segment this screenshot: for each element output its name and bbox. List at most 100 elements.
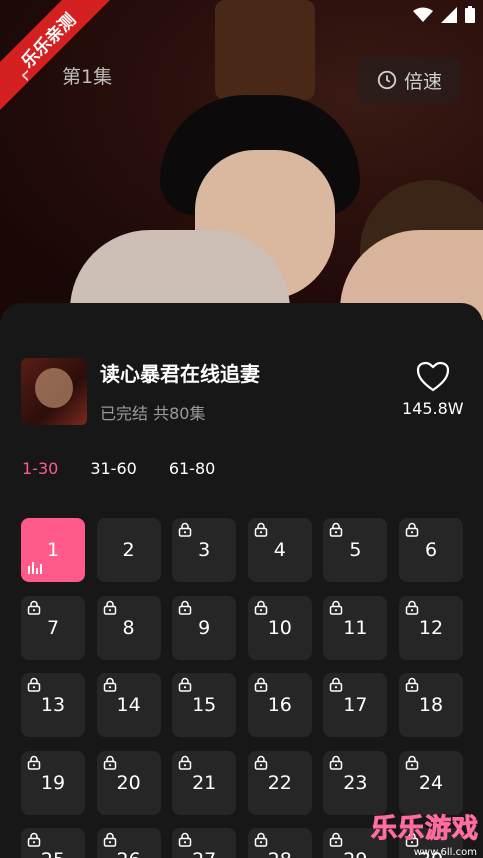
- episode-number: 20: [116, 771, 141, 794]
- episode-number: 14: [116, 694, 141, 716]
- episode-number: 15: [192, 694, 217, 716]
- episode-cell[interactable]: 1: [21, 518, 85, 582]
- episode-number: 28: [268, 849, 292, 858]
- episode-number: 29: [343, 849, 367, 858]
- timer-icon: [377, 70, 397, 90]
- episode-cell[interactable]: 18: [399, 673, 463, 737]
- lock-icon: [330, 600, 343, 615]
- tab-range-1[interactable]: 1-30: [22, 459, 58, 478]
- lock-icon: [178, 600, 192, 615]
- episode-cell[interactable]: 21: [172, 750, 237, 815]
- lock-icon: [103, 832, 116, 847]
- lock-icon: [330, 522, 343, 537]
- lock-icon: [405, 677, 419, 692]
- lock-icon: [405, 522, 419, 537]
- video-frame-crown: [215, 0, 315, 100]
- episode-cell[interactable]: 16: [247, 673, 312, 737]
- lock-icon: [27, 755, 41, 770]
- lock-icon: [254, 832, 268, 847]
- episode-cell[interactable]: 13: [21, 673, 85, 737]
- lock-icon: [254, 677, 268, 692]
- lock-icon: [405, 755, 419, 770]
- episode-number: 4: [273, 539, 286, 561]
- episode-cell[interactable]: 12: [399, 595, 463, 660]
- episode-number: 24: [418, 771, 444, 794]
- episode-number: 9: [198, 616, 211, 639]
- lock-icon: [178, 832, 192, 847]
- episode-cell[interactable]: 6: [399, 518, 463, 582]
- tab-range-3[interactable]: 61-80: [169, 459, 216, 478]
- episode-cell[interactable]: 5: [323, 518, 388, 582]
- playing-icon: [28, 562, 42, 574]
- episode-number: 19: [40, 771, 66, 794]
- episode-cell[interactable]: 2: [96, 518, 161, 582]
- episode-cell[interactable]: 14: [96, 673, 161, 737]
- episode-cell[interactable]: 25: [21, 828, 85, 858]
- watermark: 乐乐游戏 www.6ll.com: [368, 808, 483, 858]
- episode-number: 12: [418, 616, 444, 639]
- signal-icon: [441, 6, 457, 23]
- episode-cell[interactable]: 3: [172, 518, 237, 582]
- lock-icon: [103, 600, 116, 615]
- tab-range-2[interactable]: 31-60: [90, 459, 137, 478]
- heart-icon[interactable]: [416, 361, 450, 393]
- episode-cell[interactable]: 22: [247, 750, 312, 815]
- back-icon[interactable]: ‹: [20, 60, 30, 90]
- episode-cell[interactable]: 8: [96, 595, 161, 660]
- episode-number: 16: [267, 694, 292, 716]
- lock-icon: [330, 755, 343, 770]
- video-player[interactable]: [0, 0, 483, 320]
- lock-icon: [178, 522, 192, 537]
- episode-number: 7: [46, 616, 60, 639]
- episode-cell[interactable]: 15: [172, 673, 237, 737]
- episode-number: 1: [46, 539, 60, 561]
- episode-cell[interactable]: 28: [247, 828, 312, 858]
- episode-number: 11: [343, 616, 368, 639]
- episode-number: 13: [40, 694, 66, 716]
- episode-number: 10: [267, 616, 292, 639]
- lock-icon: [330, 832, 343, 847]
- show-title: 读心暴君在线追妻: [100, 362, 260, 386]
- episode-grid: 1234567891011121314151617181920212223242…: [21, 518, 483, 858]
- episode-cell[interactable]: 7: [21, 595, 85, 660]
- episode-cell[interactable]: 26: [96, 828, 161, 858]
- episode-cell[interactable]: 10: [247, 595, 312, 660]
- watermark-main: 乐乐游戏: [370, 814, 479, 845]
- lock-icon: [27, 832, 41, 847]
- episode-number: 8: [122, 616, 135, 639]
- lock-icon: [405, 600, 419, 615]
- speed-label: 倍速: [403, 70, 442, 93]
- episode-cell[interactable]: 4: [247, 518, 312, 582]
- lock-icon: [178, 677, 192, 692]
- episode-number: 22: [267, 771, 292, 794]
- episode-number: 21: [192, 771, 217, 794]
- lock-icon: [103, 755, 116, 770]
- episode-number: 18: [418, 694, 444, 716]
- episode-cell[interactable]: 20: [96, 750, 161, 815]
- wifi-icon: [413, 7, 433, 22]
- likes-count: 145.8W: [402, 399, 464, 418]
- lock-icon: [103, 677, 116, 692]
- watermark-site: www.6ll.com: [413, 847, 477, 858]
- episode-sheet: 读心暴君在线追妻 已完结 共80集 145.8W 1-30 31-60 61-8…: [0, 303, 483, 858]
- lock-icon: [27, 600, 41, 615]
- status-bar: [413, 6, 475, 23]
- episode-cell[interactable]: 17: [323, 673, 388, 737]
- lock-icon: [330, 677, 343, 692]
- episode-cell[interactable]: 9: [172, 595, 237, 660]
- episode-cell[interactable]: 19: [21, 750, 85, 815]
- episode-cell[interactable]: 24: [399, 750, 463, 815]
- lock-icon: [27, 677, 41, 692]
- lock-icon: [178, 755, 192, 770]
- show-status: 已完结 共80集: [100, 404, 206, 423]
- episode-number: 23: [343, 771, 368, 794]
- episode-cell[interactable]: 27: [172, 828, 237, 858]
- lock-icon: [254, 600, 268, 615]
- episode-cell[interactable]: 11: [323, 595, 388, 660]
- episode-cell[interactable]: 23: [323, 750, 388, 815]
- episode-number: 25: [41, 849, 65, 858]
- speed-button[interactable]: 倍速: [357, 57, 461, 103]
- episode-number: 6: [424, 539, 438, 561]
- show-poster: [21, 358, 87, 425]
- episode-number: 17: [343, 694, 368, 716]
